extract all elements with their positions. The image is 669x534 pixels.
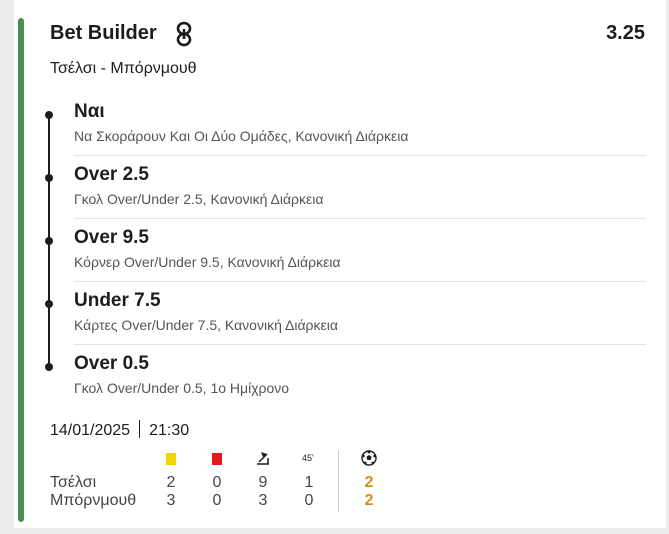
red-card-icon [212,453,222,465]
selection-item: Under 7.5 Κάρτες Over/Under 7.5, Κανονικ… [45,290,646,363]
selection-item: Over 0.5 Γκολ Over/Under 0.5, 1ο Ημίχρον… [45,353,646,426]
selection-value: Over 9.5 [74,227,149,248]
home-first-half: 1 [304,474,314,491]
bet-odds: 3.25 [606,22,645,44]
bet-header: Bet Builder 3.25 [50,20,645,47]
divider [74,344,646,345]
selection-value: Over 2.5 [74,164,149,185]
selection-market: Γκολ Over/Under 0.5, 1ο Ημίχρονο [74,380,290,396]
selection-item: Ναι Να Σκοράρουν Και Οι Δύο Ομάδες, Κανο… [45,101,646,174]
event-date: 14/01/2025 [50,422,131,439]
selection-item: Over 2.5 Γκολ Over/Under 2.5, Κανονική Δ… [45,164,646,237]
link-icon [173,21,195,47]
away-team-name: Μπόρνμουθ [50,492,137,509]
divider [74,155,646,156]
selection-market: Κάρτες Over/Under 7.5, Κανονική Διάρκεια [74,317,338,333]
timeline-dot [45,300,53,308]
home-goals: 2 [364,474,374,491]
selection-market: Να Σκοράρουν Και Οι Δύο Ομάδες, Κανονική… [74,128,409,144]
divider [74,281,646,282]
divider [74,218,646,219]
stats-divider [338,450,339,512]
away-yellow-cards: 3 [166,492,176,509]
corner-flag-icon [255,450,271,466]
match-name: Τσέλσι - Μπόρνμουθ [50,60,197,77]
selection-value: Over 0.5 [74,353,149,374]
away-first-half: 0 [304,492,314,509]
datetime-separator [139,420,141,438]
away-goals: 2 [364,492,374,509]
timeline-dot [45,237,53,245]
status-accent-bar [18,18,24,522]
selection-market: Γκολ Over/Under 2.5, Κανονική Διάρκεια [74,191,324,207]
selection-value: Ναι [74,101,105,122]
home-team-name: Τσέλσι [50,474,97,491]
home-red-cards: 0 [212,474,222,491]
timeline-dot [45,363,53,371]
football-icon [361,450,377,466]
timeline-dot [45,111,53,119]
45-minute-icon: 45' [302,453,314,463]
selection-market: Κόρνερ Over/Under 9.5, Κανονική Διάρκεια [74,254,341,270]
timeline-dot [45,174,53,182]
bet-title: Bet Builder [50,22,157,44]
yellow-card-icon [166,453,176,465]
event-datetime: 14/01/2025 21:30 [50,420,189,441]
home-yellow-cards: 2 [166,474,176,491]
away-red-cards: 0 [212,492,222,509]
away-corners: 3 [258,492,268,509]
selection-value: Under 7.5 [74,290,161,311]
event-time: 21:30 [149,422,190,439]
home-corners: 9 [258,474,268,491]
